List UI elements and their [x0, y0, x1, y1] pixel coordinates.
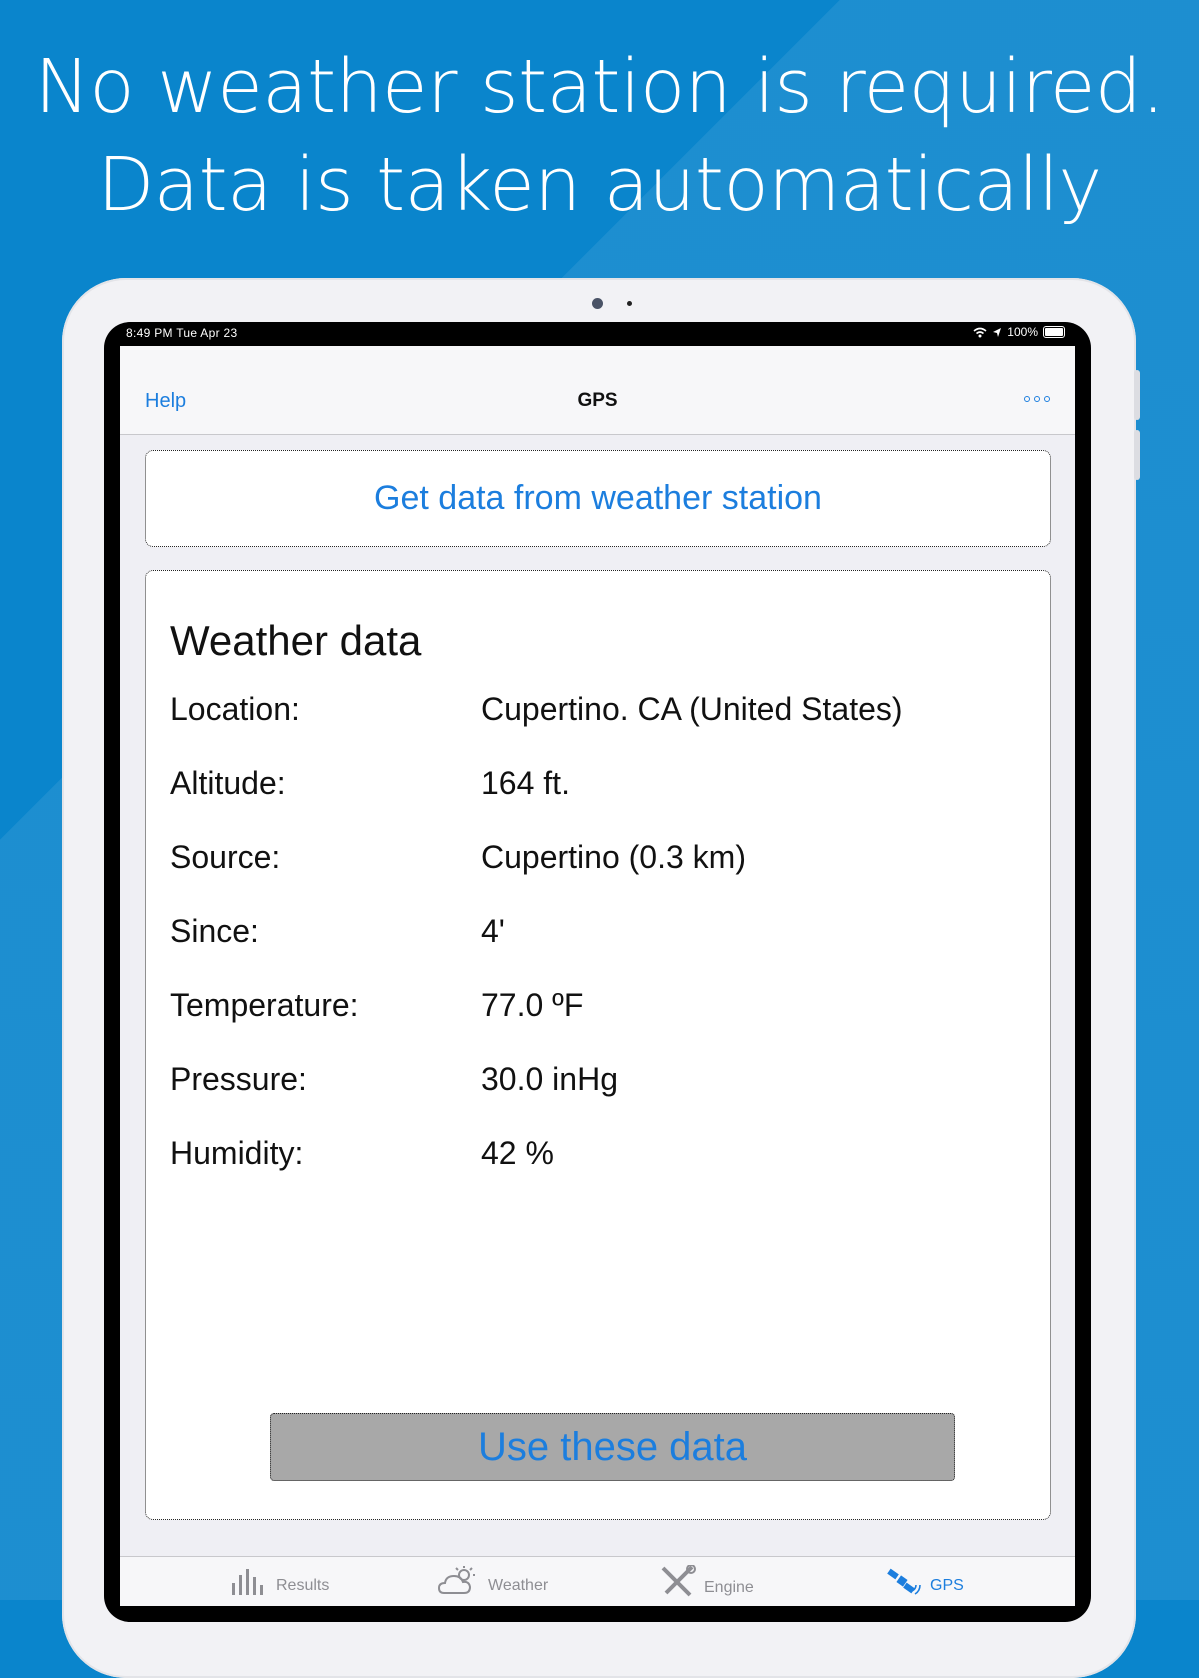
- headline-line-1: No weather station is required.: [34, 44, 1165, 130]
- headline: No weather station is required. Data is …: [0, 38, 1199, 234]
- status-time-date: 8:49 PM Tue Apr 23: [126, 326, 238, 340]
- use-these-data-button[interactable]: Use these data: [270, 1413, 955, 1481]
- navigation-bar: Help GPS: [120, 346, 1075, 435]
- bar-chart-icon: [232, 1569, 263, 1595]
- get-weather-station-label: Get data from weather station: [374, 479, 822, 517]
- row-label: Pressure:: [170, 1061, 307, 1097]
- weather-row-since: Since: 4': [170, 913, 1030, 953]
- satellite-icon: [887, 1568, 921, 1595]
- weather-row-temperature: Temperature: 77.0 ºF: [170, 987, 1030, 1027]
- row-label: Since:: [170, 913, 259, 949]
- weather-row-altitude: Altitude: 164 ft.: [170, 765, 1030, 805]
- row-value: Cupertino. CA (United States): [481, 691, 903, 727]
- row-label: Source:: [170, 839, 281, 875]
- row-value: 42 %: [481, 1135, 554, 1171]
- tab-results[interactable]: Results: [230, 1565, 329, 1595]
- weather-row-pressure: Pressure: 30.0 inHg: [170, 1061, 1030, 1101]
- row-value: 30.0 inHg: [481, 1061, 618, 1097]
- get-weather-station-button[interactable]: Get data from weather station: [145, 450, 1051, 547]
- row-label: Humidity:: [170, 1135, 304, 1171]
- tab-bar: Results Weather Engine GPS: [120, 1556, 1075, 1606]
- sensor-dot: [627, 301, 632, 306]
- cloud-sun-icon: [438, 1566, 475, 1594]
- tab-label: Engine: [704, 1579, 754, 1596]
- wifi-icon: [973, 327, 987, 337]
- tools-icon: [661, 1565, 696, 1597]
- weather-row-source: Source: Cupertino (0.3 km): [170, 839, 1030, 879]
- battery-icon: [1043, 326, 1065, 338]
- volume-button: [1134, 430, 1140, 480]
- tab-weather[interactable]: Weather: [438, 1565, 548, 1595]
- row-value: 164 ft.: [481, 765, 570, 801]
- weather-data-card: Weather data Location: Cupertino. CA (Un…: [145, 570, 1051, 1520]
- battery-percent: 100%: [1007, 325, 1038, 339]
- tab-label: GPS: [930, 1577, 964, 1594]
- weather-data-title: Weather data: [170, 617, 422, 664]
- row-value: 4': [481, 913, 505, 949]
- tab-label: Weather: [488, 1577, 549, 1594]
- row-label: Altitude:: [170, 765, 286, 801]
- headline-line-2: Data is taken automatically: [97, 142, 1102, 228]
- app-screen: Help GPS Get data from weather station W…: [120, 346, 1075, 1606]
- row-label: Temperature:: [170, 987, 359, 1023]
- tab-label: Results: [276, 1577, 330, 1594]
- more-icon[interactable]: [1024, 396, 1050, 402]
- page-title: GPS: [577, 390, 618, 411]
- row-label: Location:: [170, 691, 300, 727]
- volume-button: [1134, 370, 1140, 420]
- location-arrow-icon: [993, 327, 1002, 337]
- tab-engine[interactable]: Engine: [660, 1565, 754, 1597]
- status-bar: 8:49 PM Tue Apr 23 100%: [104, 324, 1091, 346]
- weather-row-location: Location: Cupertino. CA (United States): [170, 691, 1030, 731]
- status-indicators: 100%: [973, 325, 1065, 339]
- tab-gps[interactable]: GPS: [884, 1565, 964, 1595]
- use-these-data-label: Use these data: [477, 1424, 748, 1469]
- weather-row-humidity: Humidity: 42 %: [170, 1135, 1030, 1175]
- camera-icon: [592, 298, 603, 309]
- row-value: 77.0 ºF: [481, 987, 584, 1023]
- row-value: Cupertino (0.3 km): [481, 839, 746, 875]
